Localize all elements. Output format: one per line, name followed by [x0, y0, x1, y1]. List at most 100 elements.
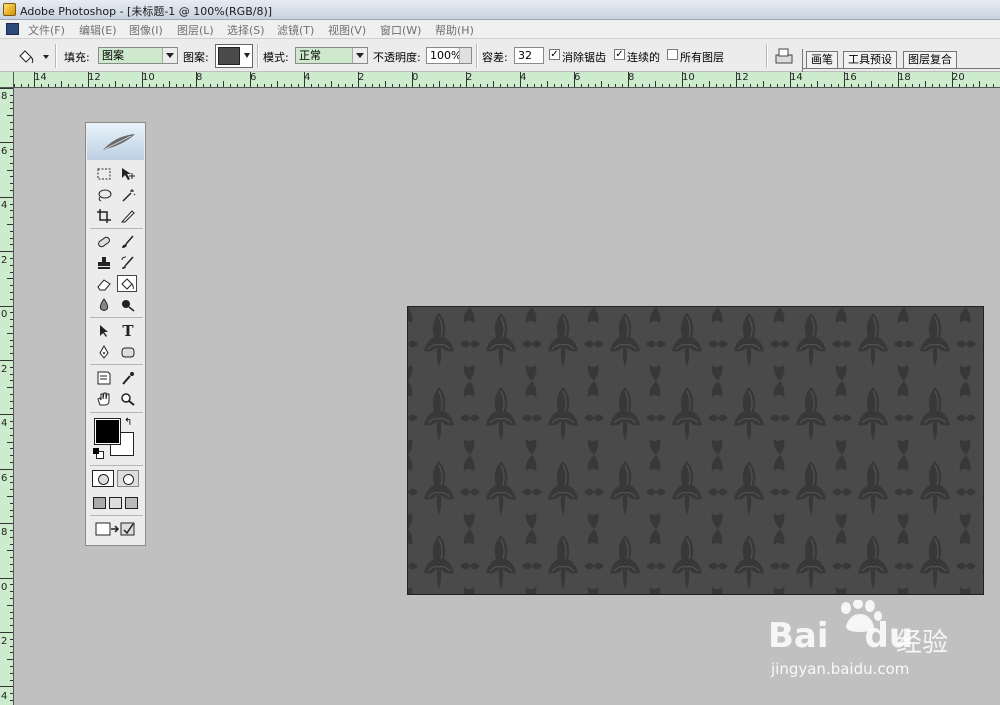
ruler-origin[interactable]	[0, 72, 14, 88]
toolbox-separator	[90, 465, 143, 466]
mode-select-value: 正常	[299, 49, 321, 62]
ruler-tick	[763, 81, 764, 87]
ruler-tick	[196, 72, 197, 87]
type-tool-icon[interactable]: T	[118, 322, 138, 340]
ruler-tick	[10, 190, 13, 191]
horizontal-ruler[interactable]: 14 12 10 8 6 4 2 0 2 4 6 8 10 12 14 16 18 20	[14, 72, 1000, 88]
slice-tool-icon[interactable]	[118, 207, 138, 224]
brush-tool-icon[interactable]	[118, 233, 138, 250]
history-brush-tool-icon[interactable]	[118, 254, 138, 271]
toolbox-header[interactable]	[87, 124, 144, 160]
healing-brush-tool-icon[interactable]	[94, 233, 114, 250]
zoom-tool-icon[interactable]	[118, 390, 138, 407]
jump-to-imageready-icon[interactable]	[95, 521, 139, 538]
eraser-tool-icon[interactable]	[94, 275, 114, 292]
ruler-tick	[547, 81, 548, 87]
ruler-tick	[662, 84, 663, 87]
vertical-ruler[interactable]: 8 6 4 2 0 2 4 6 8 0 2 4	[0, 72, 14, 705]
toolbox: T ↰	[85, 122, 146, 546]
menu-layer[interactable]: 图层(L)	[177, 22, 214, 38]
notes-tool-icon[interactable]	[94, 369, 114, 386]
ruler-label: 10	[142, 72, 155, 83]
rect-marquee-tool-icon[interactable]	[94, 165, 114, 182]
quick-mask-mode-icon[interactable]	[117, 470, 139, 487]
shape-tool-icon[interactable]	[118, 343, 138, 360]
ruler-tick	[419, 84, 420, 87]
ruler-tick	[10, 591, 13, 592]
ruler-tick	[7, 605, 13, 606]
screen-mode-standard-icon[interactable]	[93, 497, 106, 509]
ruler-tick	[7, 442, 13, 443]
ruler-tick	[115, 81, 116, 87]
dodge-tool-icon[interactable]	[118, 296, 138, 313]
document-menu-icon[interactable]	[6, 23, 19, 35]
screen-mode-full-icon[interactable]	[125, 497, 138, 509]
ruler-tick	[10, 693, 13, 694]
path-select-tool-icon[interactable]	[94, 322, 114, 339]
standard-mode-icon[interactable]	[92, 470, 114, 487]
document-canvas[interactable]	[407, 306, 984, 595]
ruler-tick	[905, 84, 906, 87]
ruler-tick	[41, 84, 42, 87]
magic-wand-tool-icon[interactable]	[118, 186, 138, 203]
mode-select[interactable]: 正常	[295, 47, 368, 64]
ruler-tick	[10, 122, 13, 123]
ruler-tick	[10, 435, 13, 436]
tab-brushes[interactable]: 画笔	[806, 51, 838, 68]
fill-label: 填充:	[64, 51, 90, 64]
ruler-tick	[10, 618, 13, 619]
ruler-tick	[237, 84, 238, 87]
ruler-tick	[48, 84, 49, 87]
ruler-tick	[10, 408, 13, 409]
pen-tool-icon[interactable]	[94, 343, 114, 360]
tolerance-label: 容差:	[482, 51, 508, 64]
menu-file[interactable]: 文件(F)	[28, 22, 65, 38]
default-colors-icon[interactable]	[93, 448, 104, 459]
ruler-tick	[514, 84, 515, 87]
ruler-tick	[203, 84, 204, 87]
all-layers-checkbox[interactable]	[667, 49, 678, 60]
antialias-checkbox[interactable]: ✓	[549, 49, 560, 60]
ruler-tick	[325, 84, 326, 87]
tab-layer-comps[interactable]: 图层复合	[903, 51, 957, 68]
screen-mode-full-menu-icon[interactable]	[109, 497, 122, 509]
paint-bucket-preset-icon[interactable]	[16, 47, 50, 65]
ruler-tick	[264, 84, 265, 87]
blur-tool-icon[interactable]	[94, 296, 114, 313]
ruler-tick	[10, 666, 13, 667]
menu-edit[interactable]: 编辑(E)	[79, 22, 117, 38]
chevron-right-icon[interactable]	[459, 48, 471, 63]
eyedropper-tool-icon[interactable]	[118, 369, 138, 386]
pattern-picker[interactable]	[215, 44, 253, 68]
ruler-tick	[932, 84, 933, 87]
menu-window[interactable]: 窗口(W)	[380, 22, 421, 38]
file-browser-icon[interactable]	[773, 46, 795, 66]
menu-select[interactable]: 选择(S)	[227, 22, 265, 38]
tolerance-input[interactable]: 32	[514, 47, 544, 64]
ruler-tick	[244, 84, 245, 87]
contiguous-checkbox[interactable]: ✓	[614, 49, 625, 60]
ruler-tick	[952, 72, 953, 87]
fill-select[interactable]: 图案	[98, 47, 178, 64]
opacity-input[interactable]: 100%	[426, 47, 472, 64]
baidu-jingyan-watermark: Bai du 经验 jingyan.baidu.com	[768, 599, 948, 690]
paint-bucket-tool-icon[interactable]	[117, 275, 137, 292]
menu-view[interactable]: 视图(V)	[328, 22, 366, 38]
lasso-tool-icon[interactable]	[94, 186, 114, 203]
ruler-tick	[7, 224, 13, 225]
ruler-tick	[10, 244, 13, 245]
swap-colors-icon[interactable]: ↰	[124, 418, 132, 428]
menu-help[interactable]: 帮助(H)	[435, 22, 474, 38]
ruler-tick	[10, 102, 13, 103]
crop-tool-icon[interactable]	[94, 207, 114, 224]
tab-tool-presets[interactable]: 工具预设	[843, 51, 897, 68]
ruler-tick	[439, 81, 440, 87]
menu-image[interactable]: 图像(I)	[129, 22, 163, 38]
menu-filter[interactable]: 滤镜(T)	[277, 22, 314, 38]
clone-stamp-tool-icon[interactable]	[94, 254, 114, 271]
move-tool-icon[interactable]	[118, 165, 138, 182]
foreground-color-swatch[interactable]	[94, 418, 121, 445]
hand-tool-icon[interactable]	[94, 390, 114, 407]
ruler-tick	[10, 346, 13, 347]
ruler-tick	[163, 84, 164, 87]
